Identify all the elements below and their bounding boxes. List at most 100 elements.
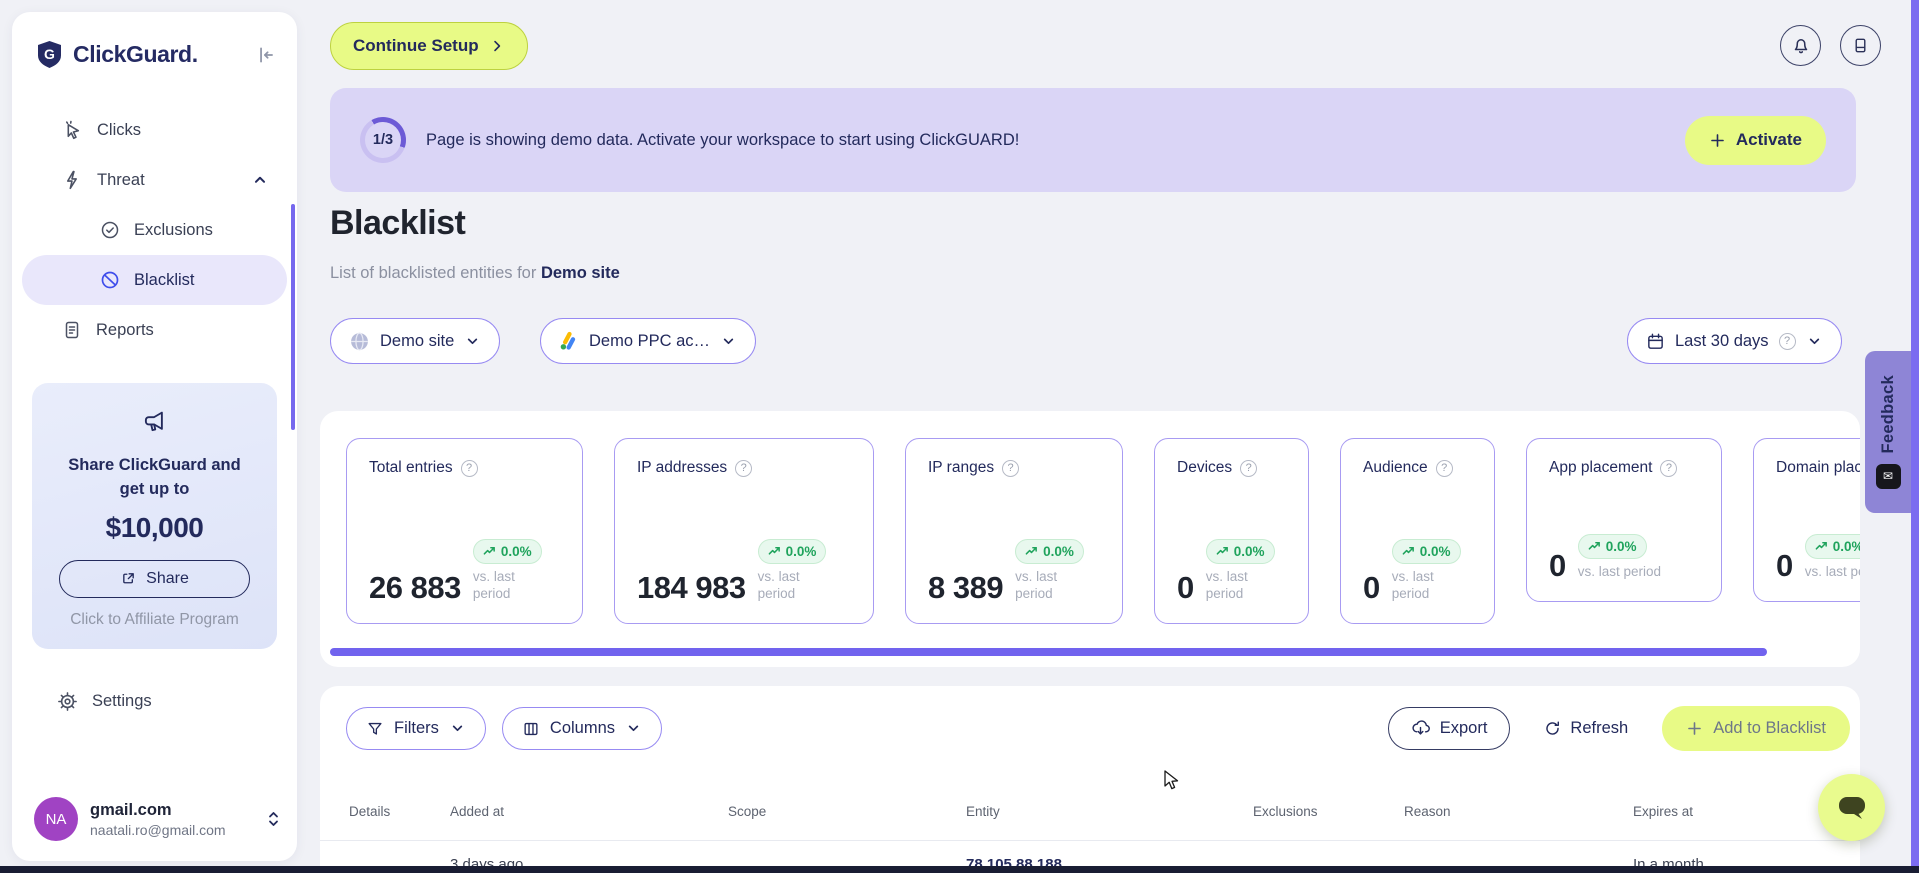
stat-delta: 0.0% <box>785 543 817 559</box>
brand-shield-icon: G <box>36 40 63 69</box>
trend-up-icon <box>1588 542 1600 551</box>
notifications-button[interactable] <box>1780 25 1821 66</box>
feedback-widget-icon: ✉ <box>1875 463 1901 489</box>
stat-card-ip-ranges: IP ranges? 8 389 0.0% vs. last period <box>905 438 1123 624</box>
cursor-click-icon <box>62 120 83 141</box>
megaphone-icon <box>140 407 170 437</box>
columns-label: Columns <box>549 719 616 737</box>
cards-horizontal-scrollbar[interactable] <box>330 648 1767 656</box>
stat-value: 0 <box>1776 548 1793 583</box>
refresh-label: Refresh <box>1570 719 1629 737</box>
trend-up-icon <box>1216 546 1228 555</box>
cloud-download-icon <box>1411 719 1430 738</box>
sidebar-item-threat[interactable]: Threat <box>12 155 297 205</box>
stat-label: Total entries <box>369 459 453 476</box>
column-header-added-at: Added at <box>450 804 505 819</box>
stat-value: 0 <box>1549 548 1566 583</box>
date-range-value: Last 30 days <box>1675 331 1769 350</box>
help-icon[interactable]: ? <box>735 459 753 477</box>
continue-setup-label: Continue Setup <box>353 36 479 55</box>
columns-button[interactable]: Columns <box>501 707 663 750</box>
sidebar-scrollbar[interactable] <box>291 204 295 430</box>
sidebar-item-label: Clicks <box>97 120 141 139</box>
funnel-icon <box>366 720 384 738</box>
chat-widget-button[interactable] <box>1818 774 1885 841</box>
plus-icon <box>1709 132 1726 149</box>
plus-icon <box>1686 720 1703 737</box>
header-divider <box>320 840 1860 841</box>
help-icon[interactable]: ? <box>1002 459 1020 477</box>
select-chevrons-icon[interactable] <box>266 810 281 828</box>
window-bottom-edge <box>0 866 1919 873</box>
trend-up-icon <box>1025 546 1037 555</box>
site-selector-value: Demo site <box>380 331 455 350</box>
workspace-name: gmail.com <box>90 800 172 819</box>
table-toolbar: Filters Columns Export Refresh Add to Bl… <box>346 706 1850 751</box>
ppc-account-selector[interactable]: Demo PPC ac… <box>540 318 757 364</box>
chevron-down-icon <box>1806 333 1823 350</box>
help-icon[interactable]: ? <box>1435 459 1453 477</box>
setup-progress-ring: 1/3 <box>360 117 406 163</box>
column-header-scope: Scope <box>728 804 767 819</box>
page-scrollbar[interactable] <box>1911 0 1919 873</box>
feedback-tab[interactable]: Feedback ✉ <box>1865 351 1911 513</box>
help-icon[interactable]: ? <box>1778 332 1796 350</box>
add-to-blacklist-button[interactable]: Add to Blacklist <box>1662 706 1850 751</box>
stat-value: 0 <box>1177 570 1194 605</box>
help-icon[interactable]: ? <box>1240 459 1258 477</box>
setup-progress-value: 1/3 <box>365 122 401 158</box>
stat-label: IP addresses <box>637 459 728 476</box>
affiliate-promo-card[interactable]: Share ClickGuard and get up to $10,000 S… <box>32 383 277 649</box>
page-subtitle: List of blacklisted entities for Demo si… <box>330 264 620 283</box>
sidebar-item-reports[interactable]: Reports <box>12 305 297 355</box>
date-range-selector[interactable]: Last 30 days ? <box>1627 318 1842 364</box>
chevron-down-icon <box>720 333 737 350</box>
stat-sub: vs. last period <box>1015 568 1058 602</box>
ban-icon <box>100 270 120 290</box>
user-email: naatali.ro@gmail.com <box>90 821 226 838</box>
settings-label: Settings <box>92 691 152 710</box>
svg-text:G: G <box>44 46 55 62</box>
docs-button[interactable] <box>1840 25 1881 66</box>
sidebar-item-blacklist[interactable]: Blacklist <box>22 255 287 305</box>
help-icon[interactable]: ? <box>1660 459 1678 477</box>
feedback-label: Feedback <box>1878 375 1897 454</box>
sidebar-item-label: Blacklist <box>134 270 195 289</box>
trend-up-icon <box>483 546 495 555</box>
refresh-button[interactable]: Refresh <box>1544 719 1628 738</box>
sidebar-item-clicks[interactable]: Clicks <box>12 105 297 155</box>
site-selector[interactable]: Demo site <box>330 318 501 364</box>
chevron-down-icon <box>449 720 466 737</box>
sidebar: G ClickGuard. Clicks Threat Exclusions B… <box>12 12 297 861</box>
activate-button[interactable]: Activate <box>1684 115 1826 165</box>
help-icon[interactable]: ? <box>460 459 478 477</box>
stat-label: App placement <box>1549 459 1653 476</box>
gear-icon <box>57 691 78 712</box>
sidebar-item-exclusions[interactable]: Exclusions <box>12 205 297 255</box>
column-header-entity: Entity <box>966 804 1000 819</box>
filters-button[interactable]: Filters <box>346 707 486 750</box>
stat-delta: 0.0% <box>1043 543 1074 559</box>
sidebar-collapse-icon[interactable] <box>255 44 277 66</box>
document-icon <box>62 320 82 340</box>
filters-label: Filters <box>394 719 439 737</box>
trend-up-icon <box>768 546 780 555</box>
blacklist-table-panel: Filters Columns Export Refresh Add to Bl… <box>320 686 1860 873</box>
stat-value: 0 <box>1363 570 1380 605</box>
logo: G ClickGuard. <box>12 12 297 69</box>
workspace-switcher[interactable]: NA gmail.com naatali.ro@gmail.com <box>34 797 281 841</box>
sidebar-item-settings[interactable]: Settings <box>12 691 297 712</box>
chevron-up-icon[interactable] <box>251 171 269 189</box>
sidebar-nav: Clicks Threat Exclusions Blacklist Repor… <box>12 105 297 355</box>
continue-setup-button[interactable]: Continue Setup <box>330 22 528 70</box>
sidebar-item-label: Threat <box>97 170 145 189</box>
stat-delta: 0.0% <box>1233 543 1265 559</box>
export-button[interactable]: Export <box>1387 707 1511 750</box>
stats-panel: Total entries? 26 883 0.0% vs. last peri… <box>320 411 1860 667</box>
badge-check-icon <box>100 220 120 240</box>
page-subtitle-site: Demo site <box>540 264 620 282</box>
avatar: NA <box>34 797 78 841</box>
share-button[interactable]: Share <box>59 559 250 598</box>
stat-label: IP ranges <box>928 459 995 476</box>
columns-icon <box>522 720 540 738</box>
